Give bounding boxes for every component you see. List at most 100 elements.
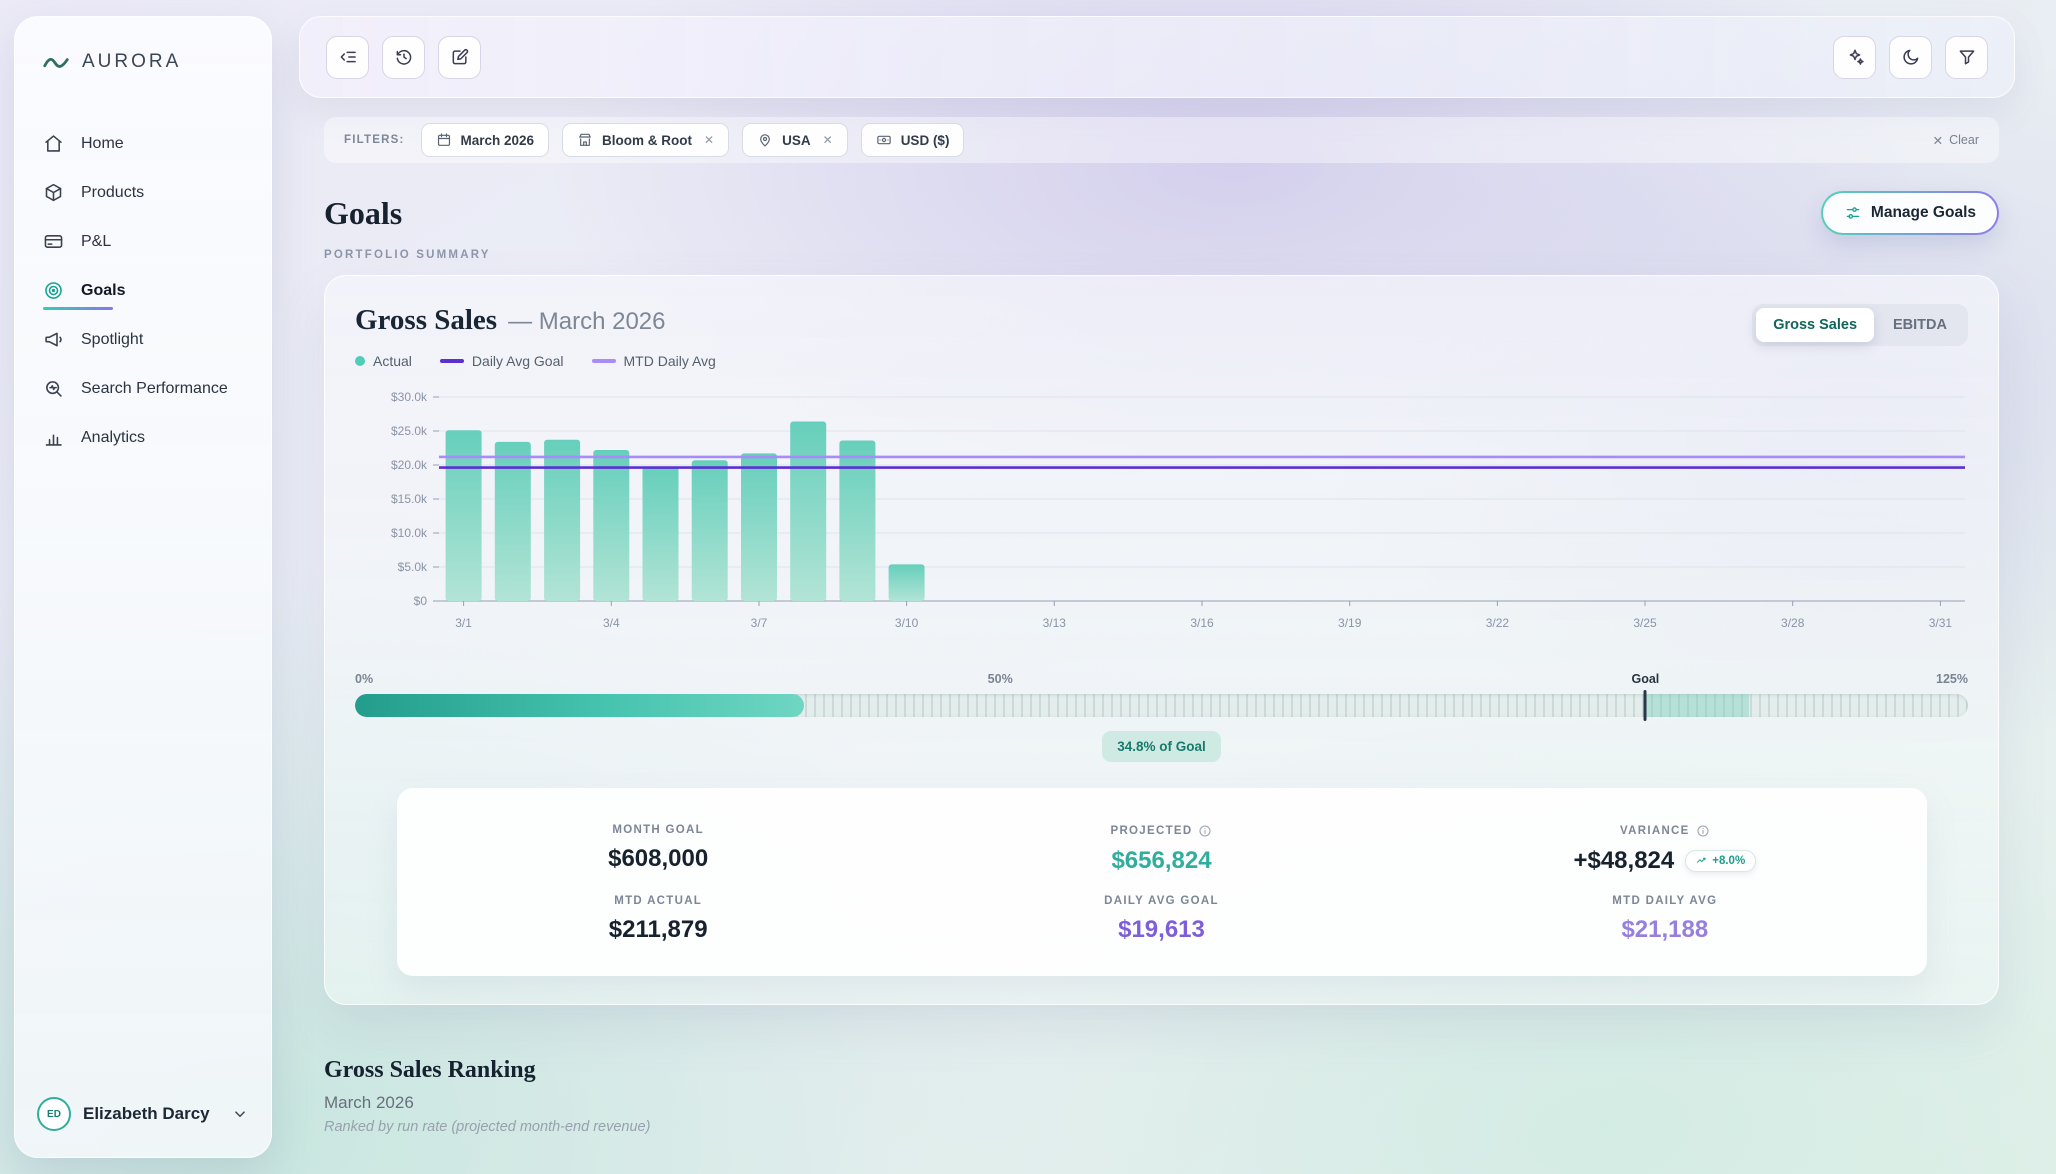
filter-button[interactable] (1945, 36, 1988, 79)
topbar (299, 16, 2015, 98)
filter-chip-label: Bloom & Root (602, 133, 692, 148)
collapse-sidebar-button[interactable] (326, 36, 369, 79)
sidebar-item-p-l[interactable]: P&L (15, 217, 271, 266)
variance-delta-badge: +8.0% (1685, 850, 1756, 872)
progress-fill (355, 694, 804, 717)
bar-3-3[interactable] (544, 440, 580, 601)
metric-tabs: Gross Sales EBITDA (1752, 304, 1968, 346)
brand: AURORA (15, 47, 271, 77)
sidebar-item-label: Goals (81, 282, 125, 300)
progress-label: Goal (1631, 672, 1659, 686)
stat-label: MONTH GOAL (612, 824, 704, 836)
remove-filter-icon[interactable]: ✕ (823, 133, 833, 147)
svg-text:$25.0k: $25.0k (391, 424, 428, 438)
sidebar-item-spotlight[interactable]: Spotlight (15, 315, 271, 364)
close-icon: ✕ (1933, 133, 1943, 148)
sidebar-item-label: P&L (81, 233, 111, 251)
credit-card-icon (43, 231, 64, 252)
stat-label: DAILY AVG GOAL (1104, 895, 1219, 907)
sidebar-item-home[interactable]: Home (15, 119, 271, 168)
stat-mtd-actual: MTD ACTUAL $211,879 (407, 885, 910, 954)
filter-chip-bloom-root[interactable]: Bloom & Root ✕ (562, 123, 729, 157)
svg-text:$5.0k: $5.0k (398, 560, 428, 574)
legend-item-daily-avg-goal: Daily Avg Goal (440, 353, 564, 369)
card-title: Gross Sales (355, 304, 497, 337)
stat-mtd-daily-avg: MTD DAILY AVG $21,188 (1413, 885, 1916, 954)
progress-label: 125% (1936, 672, 1968, 686)
sliders-icon (1844, 204, 1862, 222)
sidebar-item-goals[interactable]: Goals (15, 266, 271, 315)
aurora-logo-icon (41, 47, 71, 77)
filter-chip-label: March 2026 (461, 133, 535, 148)
filter-bar: FILTERS: March 2026 Bloom & Root ✕ USA ✕… (324, 117, 1999, 163)
ranking-note: Ranked by run rate (projected month-end … (324, 1119, 1999, 1135)
clear-filters-button[interactable]: ✕ Clear (1933, 133, 1979, 148)
sidebar-item-label: Home (81, 135, 124, 153)
tab-gross-sales[interactable]: Gross Sales (1756, 308, 1874, 342)
moon-button[interactable] (1889, 36, 1932, 79)
avatar: ED (37, 1097, 71, 1131)
stat-label: VARIANCE (1620, 825, 1690, 837)
legend-label: Actual (373, 353, 412, 369)
remove-filter-icon[interactable]: ✕ (704, 133, 714, 147)
bar-3-5[interactable] (643, 467, 679, 601)
svg-text:$20.0k: $20.0k (391, 458, 428, 472)
stat-label: PROJECTED (1110, 825, 1192, 837)
section-label: PORTFOLIO SUMMARY (324, 249, 2015, 261)
sidebar-item-analytics[interactable]: Analytics (15, 413, 271, 462)
svg-text:3/31: 3/31 (1929, 616, 1953, 630)
progress-label: 0% (355, 672, 373, 686)
stat-value: $21,188 (1621, 916, 1708, 944)
svg-text:3/7: 3/7 (751, 616, 768, 630)
legend-label: Daily Avg Goal (472, 353, 564, 369)
sparkles-button[interactable] (1833, 36, 1876, 79)
progress-label: 50% (988, 672, 1013, 686)
trend-up-icon (1696, 855, 1708, 867)
goal-summary-card: Gross Sales — March 2026 Actual Daily Av… (324, 275, 1999, 1005)
compose-icon (450, 47, 470, 67)
bar-3-2[interactable] (495, 442, 531, 601)
bar-3-10[interactable] (889, 564, 925, 601)
sidebar-nav: Home Products P&L Goals Spotlight Search… (15, 119, 271, 462)
stat-label: MTD DAILY AVG (1612, 895, 1717, 907)
bar-3-6[interactable] (692, 460, 728, 601)
svg-text:3/13: 3/13 (1043, 616, 1067, 630)
sidebar-item-products[interactable]: Products (15, 168, 271, 217)
sidebar-item-label: Spotlight (81, 331, 143, 349)
sidebar-item-label: Products (81, 184, 144, 202)
filter-chip-march-2026[interactable]: March 2026 (421, 123, 550, 157)
svg-text:$10.0k: $10.0k (391, 526, 428, 540)
target-icon (43, 280, 64, 301)
bar-3-8[interactable] (790, 422, 826, 602)
sidebar-item-search-performance[interactable]: Search Performance (15, 364, 271, 413)
bar-3-7[interactable] (741, 453, 777, 601)
history-button[interactable] (382, 36, 425, 79)
svg-text:3/10: 3/10 (895, 616, 919, 630)
stat-value: $211,879 (609, 916, 708, 944)
filter-chip-usd[interactable]: USD ($) (861, 123, 965, 157)
chevron-down-icon[interactable] (231, 1105, 249, 1123)
filter-icon (1957, 47, 1977, 67)
pin-icon (757, 132, 773, 148)
search-pulse-icon (43, 378, 64, 399)
home-icon (43, 133, 64, 154)
goal-marker (1644, 690, 1647, 721)
box-icon (43, 182, 64, 203)
bar-3-9[interactable] (839, 441, 875, 602)
stat-daily-avg-goal: DAILY AVG GOAL $19,613 (910, 885, 1413, 954)
filter-chip-usa[interactable]: USA ✕ (742, 123, 848, 157)
svg-text:$0: $0 (414, 594, 428, 608)
filters-label: FILTERS: (344, 134, 405, 146)
bar-3-4[interactable] (593, 450, 629, 601)
sidebar-item-label: Search Performance (81, 380, 228, 398)
legend-item-actual: Actual (355, 353, 412, 369)
manage-goals-label: Manage Goals (1871, 204, 1976, 222)
manage-goals-button[interactable]: Manage Goals (1821, 191, 1999, 235)
info-icon (1198, 824, 1212, 838)
compose-button[interactable] (438, 36, 481, 79)
user-menu[interactable]: ED Elizabeth Darcy (15, 1097, 271, 1131)
ranking-subtitle: March 2026 (324, 1093, 1999, 1113)
tab-ebitda[interactable]: EBITDA (1876, 308, 1964, 342)
svg-text:$15.0k: $15.0k (391, 492, 428, 506)
card-subtitle: — March 2026 (508, 308, 665, 336)
